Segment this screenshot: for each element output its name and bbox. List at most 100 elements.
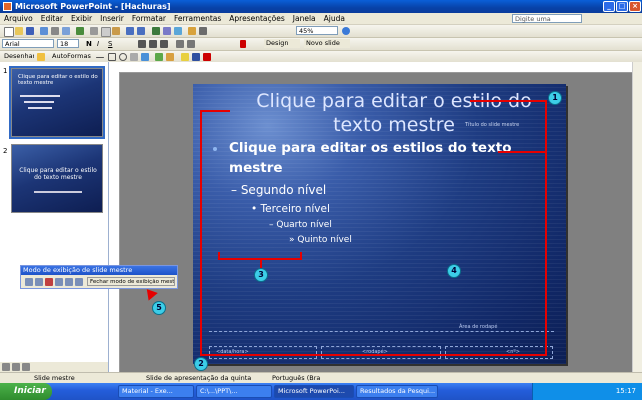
new-slide-button[interactable]: Novo slide xyxy=(304,39,350,48)
thumbnail-slide-1[interactable]: Clique para editar o estilo do texto mes… xyxy=(9,66,105,139)
bold-button[interactable]: N xyxy=(86,40,94,48)
paste-icon[interactable] xyxy=(112,27,120,35)
level5-text[interactable]: » Quinto nível xyxy=(289,235,352,245)
level3-text[interactable]: • Terceiro nível xyxy=(251,203,330,215)
print-icon[interactable] xyxy=(51,27,59,35)
annotation-line xyxy=(218,252,220,260)
ellipse-icon[interactable] xyxy=(119,53,127,61)
cut-icon[interactable] xyxy=(90,27,98,35)
task-item-material[interactable]: Material - Exe... xyxy=(118,385,194,398)
color-icon[interactable] xyxy=(188,27,196,35)
menu-editar[interactable]: Editar xyxy=(37,13,67,24)
help-icon[interactable] xyxy=(342,27,350,35)
new-icon[interactable] xyxy=(4,27,14,37)
delete-master-icon[interactable] xyxy=(45,278,53,286)
master-view-toolbar-title: Modo de exibição de slide mestre xyxy=(21,266,177,275)
line-icon[interactable] xyxy=(96,57,104,58)
fill-color-icon[interactable] xyxy=(181,53,189,61)
minimize-button[interactable]: _ xyxy=(603,1,615,12)
footer-area-title: Área de rodapé xyxy=(459,324,498,330)
level2-text[interactable]: – Segundo nível xyxy=(231,183,326,197)
font-size-combo[interactable]: 18 xyxy=(57,39,79,48)
menu-inserir[interactable]: Inserir xyxy=(96,13,128,24)
sorter-view-icon[interactable] xyxy=(12,363,20,371)
close-button[interactable]: × xyxy=(629,1,641,12)
level1-text-line2[interactable]: mestre xyxy=(229,160,283,176)
menu-janela[interactable]: Janela xyxy=(289,13,320,24)
align-left-icon[interactable] xyxy=(138,40,146,48)
textbox-icon[interactable] xyxy=(130,53,138,61)
vertical-scrollbar[interactable] xyxy=(632,62,642,372)
undo-icon[interactable] xyxy=(126,27,134,35)
level1-text-line1[interactable]: Clique para editar os estilos do texto xyxy=(229,140,512,156)
rectangle-icon[interactable] xyxy=(108,53,116,61)
table-icon[interactable] xyxy=(163,27,171,35)
save-icon[interactable] xyxy=(26,27,34,35)
align-right-icon[interactable] xyxy=(160,40,168,48)
menu-exibir[interactable]: Exibir xyxy=(67,13,96,24)
slideshow-icon[interactable] xyxy=(22,363,30,371)
insert-master-icon[interactable] xyxy=(25,278,33,286)
footer-placeholder[interactable]: <rodapé> xyxy=(321,346,441,359)
menu-apresentacoes[interactable]: Apresentações xyxy=(225,13,288,24)
menu-ferramentas[interactable]: Ferramentas xyxy=(170,13,225,24)
copy-icon[interactable] xyxy=(101,27,111,37)
font-combo[interactable]: Arial xyxy=(2,39,54,48)
slide-number-placeholder[interactable]: <nº> xyxy=(445,346,553,359)
zoom-combo[interactable]: 45% xyxy=(296,26,338,35)
autoshapes-menu[interactable]: AutoFormas xyxy=(50,52,92,61)
bullet-icon xyxy=(213,147,217,151)
normal-view-icon[interactable] xyxy=(2,363,10,371)
thumbnail-slide-2[interactable]: Clique para editar o estilo do texto mes… xyxy=(11,144,103,213)
close-master-view-button[interactable]: Fechar modo de exibição mestre xyxy=(87,277,175,286)
thumbnail-title: Clique para editar o estilo do texto mes… xyxy=(19,167,97,181)
maximize-button[interactable]: □ xyxy=(616,1,628,12)
master-layout-icon[interactable] xyxy=(75,278,83,286)
line-color-icon[interactable] xyxy=(192,53,200,61)
font-color-icon[interactable] xyxy=(240,40,246,48)
open-icon[interactable] xyxy=(15,27,23,35)
email-icon[interactable] xyxy=(40,27,48,35)
hyperlink-icon[interactable] xyxy=(174,27,182,35)
vertical-ruler xyxy=(109,72,120,372)
standard-toolbar: 45% xyxy=(0,25,642,38)
menu-formatar[interactable]: Formatar xyxy=(128,13,170,24)
bullets-icon[interactable] xyxy=(187,40,195,48)
preview-icon[interactable] xyxy=(62,27,70,35)
redo-icon[interactable] xyxy=(137,27,145,35)
level4-text[interactable]: – Quarto nível xyxy=(269,220,332,230)
select-objects-icon[interactable] xyxy=(37,53,45,61)
rename-master-icon[interactable] xyxy=(65,278,73,286)
picture-icon[interactable] xyxy=(166,53,174,61)
spelling-icon[interactable] xyxy=(76,27,84,35)
wordart-icon[interactable] xyxy=(141,53,149,61)
task-item-search[interactable]: Resultados da Pesqui... xyxy=(356,385,438,398)
title-bar: Microsoft PowerPoint - [Hachuras] _ □ × xyxy=(0,0,642,13)
grayscale-icon[interactable] xyxy=(199,27,207,35)
powerpoint-icon xyxy=(3,2,12,11)
numbering-icon[interactable] xyxy=(176,40,184,48)
start-button[interactable]: Iniciar xyxy=(0,383,52,400)
task-item-powerpoint[interactable]: Microsoft PowerPoi... xyxy=(274,385,354,398)
chart-icon[interactable] xyxy=(152,27,160,35)
master-slide[interactable]: Clique para editar o estilo do texto mes… xyxy=(193,84,566,364)
taskbar: Iniciar Material - Exe... C:\...\PPT\...… xyxy=(0,383,642,400)
date-placeholder[interactable]: <data/hora> xyxy=(209,346,317,359)
menu-ajuda[interactable]: Ajuda xyxy=(320,13,349,24)
text-color-icon[interactable] xyxy=(203,53,211,61)
align-center-icon[interactable] xyxy=(149,40,157,48)
italic-button[interactable]: I xyxy=(97,40,105,48)
insert-title-master-icon[interactable] xyxy=(35,278,43,286)
system-tray: 15:17 xyxy=(532,383,642,400)
help-search-box[interactable]: Digite uma pergunta xyxy=(512,14,582,32)
annotation-line xyxy=(545,100,547,356)
thumbnail-number: 1 xyxy=(3,67,8,75)
underline-button[interactable]: S xyxy=(108,40,116,48)
task-item-folder[interactable]: C:\...\PPT\... xyxy=(196,385,272,398)
annotation-line xyxy=(200,354,545,356)
draw-menu[interactable]: Desenhar xyxy=(2,52,34,61)
preserve-master-icon[interactable] xyxy=(55,278,63,286)
clipart-icon[interactable] xyxy=(155,53,163,61)
menu-arquivo[interactable]: Arquivo xyxy=(0,13,37,24)
design-button[interactable]: Design xyxy=(264,39,300,48)
